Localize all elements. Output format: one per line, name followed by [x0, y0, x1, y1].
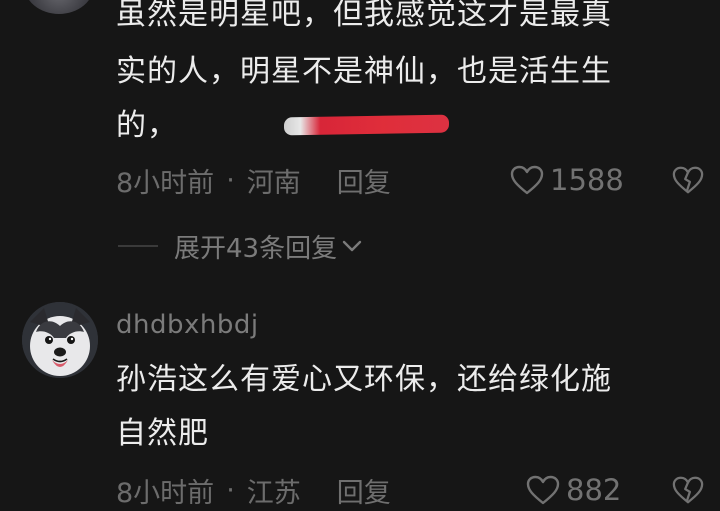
username[interactable]: dhdbxhbdj — [116, 310, 259, 340]
comment-text-line: 虽然是明星吧，但我感觉这才是最真 — [116, 0, 612, 32]
like-button[interactable]: 882 — [526, 473, 621, 507]
like-button[interactable]: 1588 — [510, 163, 624, 197]
avatar[interactable] — [22, 302, 98, 378]
comment-meta: 8小时前 · 河南 回复 — [116, 161, 391, 200]
comment-time: 8小时前 — [116, 477, 215, 509]
expand-replies-button[interactable]: 展开43条回复 — [118, 228, 363, 264]
dog-avatar-image — [22, 302, 98, 378]
reply-button[interactable]: 回复 — [337, 471, 391, 510]
chevron-down-icon — [342, 240, 362, 252]
broken-heart-icon[interactable] — [672, 164, 704, 196]
comment-text-line: 孙浩这么有爱心又环保，还给绿化施 — [116, 362, 612, 397]
comment-text-line: 的， — [116, 108, 178, 143]
comment-meta: 8小时前 · 江苏 回复 — [116, 471, 391, 510]
expand-replies-label: 展开43条回复 — [174, 233, 338, 264]
like-count: 882 — [566, 473, 622, 507]
divider — [118, 245, 158, 247]
comment-location: 河南 — [246, 167, 301, 199]
avatar[interactable] — [24, 0, 94, 14]
redaction-mark — [284, 114, 449, 136]
like-count: 1588 — [550, 163, 624, 197]
reply-button[interactable]: 回复 — [337, 161, 391, 200]
comment-location: 江苏 — [246, 477, 301, 509]
comment-text-line: 自然肥 — [116, 416, 209, 451]
heart-outline-icon — [526, 475, 560, 505]
broken-heart-icon[interactable] — [672, 474, 704, 506]
meta-separator: · — [226, 474, 235, 506]
comment-time: 8小时前 — [116, 167, 215, 199]
meta-separator: · — [226, 164, 235, 196]
comment-text-line: 实的人，明星不是神仙，也是活生生 — [116, 54, 612, 89]
heart-outline-icon — [510, 165, 544, 195]
